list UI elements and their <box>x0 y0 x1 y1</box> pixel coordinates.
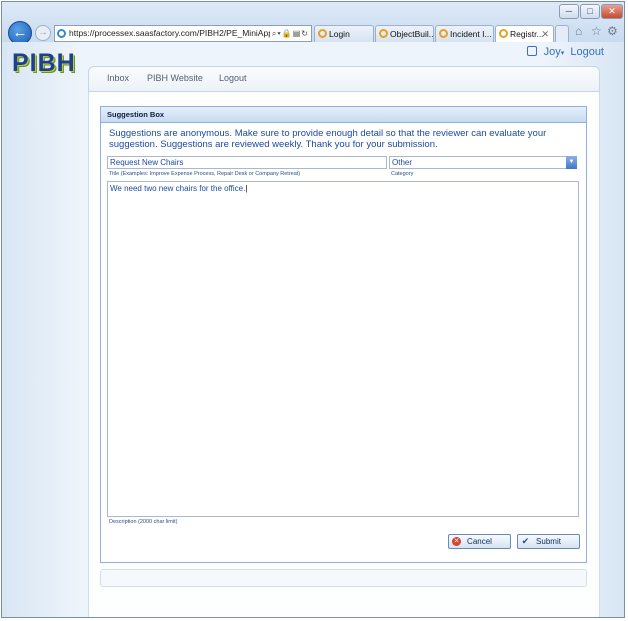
ie-tab-icon <box>499 29 508 38</box>
user-bar: Joy▾ Logout <box>526 46 604 58</box>
tab-label: Login <box>329 29 350 39</box>
intro-text: Suggestions are anonymous. Make sure to … <box>109 128 547 150</box>
panel-title: Suggestion Box <box>101 107 586 123</box>
browser-chrome: ─ □ ✕ ← → https://processex.saasfactory.… <box>2 2 624 45</box>
address-tools-icons[interactable]: ⌕▾🔒▤↻ <box>269 26 309 41</box>
nav-pibh-website[interactable]: PIBH Website <box>147 73 203 83</box>
home-icon[interactable]: ⌂ <box>575 24 582 38</box>
favorites-star-icon[interactable]: ☆ <box>591 24 602 38</box>
category-value: Other <box>392 158 413 167</box>
web-page: PIBH Joy▾ Logout Inbox PIBH Website Logo… <box>2 42 624 617</box>
address-text: https://processex.saasfactory.com/PIBH2/… <box>69 28 284 38</box>
close-tab-icon[interactable]: ✕ <box>541 26 549 42</box>
description-text: We need two new chairs for the office. <box>110 184 246 193</box>
cancel-button[interactable]: ✕ Cancel <box>448 534 511 549</box>
chevron-down-icon[interactable]: ▾ <box>561 50 565 57</box>
content-area: Suggestion Box Suggestions are anonymous… <box>88 92 600 617</box>
ie-tab-icon <box>379 29 388 38</box>
tab-label: ObjectBuil... <box>390 29 434 39</box>
user-menu[interactable]: Joy <box>544 46 561 58</box>
nav-bar: Inbox PIBH Website Logout <box>88 66 600 92</box>
ie-tab-icon <box>318 29 327 38</box>
new-tab-button[interactable] <box>555 25 569 42</box>
description-label: Description (2000 char limit) <box>109 519 178 525</box>
tab-objectbuilder[interactable]: ObjectBuil... <box>375 25 434 42</box>
dropdown-arrow-icon[interactable]: ▼ <box>566 156 577 169</box>
submit-button[interactable]: ✔ Submit <box>517 534 580 549</box>
minimize-icon[interactable]: ─ <box>559 4 579 19</box>
gear-icon[interactable]: ⚙ <box>607 24 618 38</box>
ie-tab-icon <box>439 29 448 38</box>
title-input[interactable]: Request New Chairs <box>107 156 387 169</box>
pibh-logo[interactable]: PIBH <box>12 49 76 78</box>
footer-strip <box>100 569 587 587</box>
tab-label: Registr... <box>510 29 544 39</box>
submit-button-label: Submit <box>536 537 561 546</box>
address-bar[interactable]: https://processex.saasfactory.com/PIBH2/… <box>54 25 312 42</box>
maximize-icon[interactable]: □ <box>580 4 600 19</box>
title-label: Title (Examples: Improve Expense Process… <box>109 171 301 177</box>
category-label: Category <box>391 171 414 177</box>
forward-button[interactable]: → <box>35 25 51 41</box>
text-cursor: | <box>245 184 248 193</box>
category-select[interactable]: Other ▼ <box>389 156 577 169</box>
tab-label: Incident I... <box>450 29 492 39</box>
description-textarea[interactable]: We need two new chairs for the office.| <box>107 181 579 517</box>
tab-incident[interactable]: Incident I... <box>435 25 494 42</box>
tab-registration[interactable]: Registr... ✕ <box>495 25 554 42</box>
header-logout-link[interactable]: Logout <box>570 46 604 58</box>
ie-page-icon <box>57 29 66 38</box>
close-window-icon[interactable]: ✕ <box>601 4 623 19</box>
nav-inbox[interactable]: Inbox <box>107 73 129 83</box>
cancel-button-label: Cancel <box>467 537 492 546</box>
inbox-tray-icon <box>526 46 537 56</box>
browser-window: ─ □ ✕ ← → https://processex.saasfactory.… <box>1 1 625 618</box>
tab-login[interactable]: Login <box>314 25 374 42</box>
nav-logout[interactable]: Logout <box>219 73 247 83</box>
suggestion-box-panel: Suggestion Box Suggestions are anonymous… <box>100 106 587 563</box>
